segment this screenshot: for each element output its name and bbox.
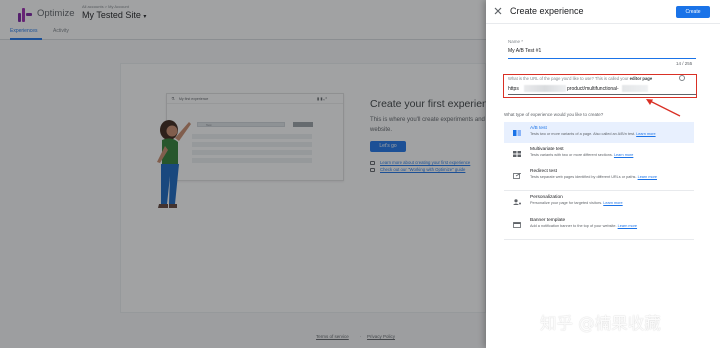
option-desc: Add a notification banner to the top of … [530,224,637,228]
option-title: Redirect test [530,169,557,174]
red-arrow-annotation [646,99,681,117]
option-banner[interactable]: Banner template Add a notification banne… [504,214,694,240]
option-desc: Personalize your page for targeted visit… [530,201,623,205]
drawer-header: Create experience Create [486,0,720,24]
drawer-title: Create experience [510,6,584,16]
option-title: Personalization [530,195,563,200]
option-desc-text: Tests variants with two or more differen… [530,153,613,157]
learn-more-link[interactable]: Learn more [636,132,655,136]
option-redirect[interactable]: Redirect test Tests separate web pages i… [504,165,694,191]
create-experience-drawer: Create experience Create Name * My A/B T… [486,0,720,348]
learn-more-link[interactable]: Learn more [614,153,633,157]
learn-more-link[interactable]: Learn more [603,201,622,205]
learn-more-link[interactable]: Learn more [618,224,637,228]
banner-icon [513,222,521,228]
name-input[interactable]: My A/B Test #1 [508,48,541,54]
ab-test-icon [513,130,521,136]
name-input-underline [508,58,696,59]
name-label: Name * [508,39,524,44]
option-desc: Tests variants with two or more differen… [530,153,633,157]
create-button[interactable]: Create [676,6,710,18]
option-desc: Tests two or more variants of a page. Al… [530,132,656,136]
option-title: A/B test [530,126,547,131]
option-desc-text: Personalize your page for targeted visit… [530,201,603,205]
experience-type-label: What type of experience would you like t… [504,112,604,117]
option-desc-text: Add a notification banner to the top of … [530,224,617,228]
multivariate-icon [513,151,521,157]
option-desc-text: Tests two or more variants of a page. Al… [530,132,636,136]
option-desc-text: Tests separate web pages identified by d… [530,175,637,179]
name-char-counter: 14 / 255 [676,61,693,66]
close-icon[interactable] [493,6,503,16]
url-highlight-box [503,74,697,98]
watermark: 知乎 @楠果收藏 [540,314,661,333]
option-title: Banner template [530,218,566,223]
learn-more-link[interactable]: Learn more [638,175,657,179]
personalization-icon [513,199,521,205]
redirect-icon [513,173,521,179]
option-desc: Tests separate web pages identified by d… [530,175,657,179]
option-title: Multivariate test [530,147,564,152]
